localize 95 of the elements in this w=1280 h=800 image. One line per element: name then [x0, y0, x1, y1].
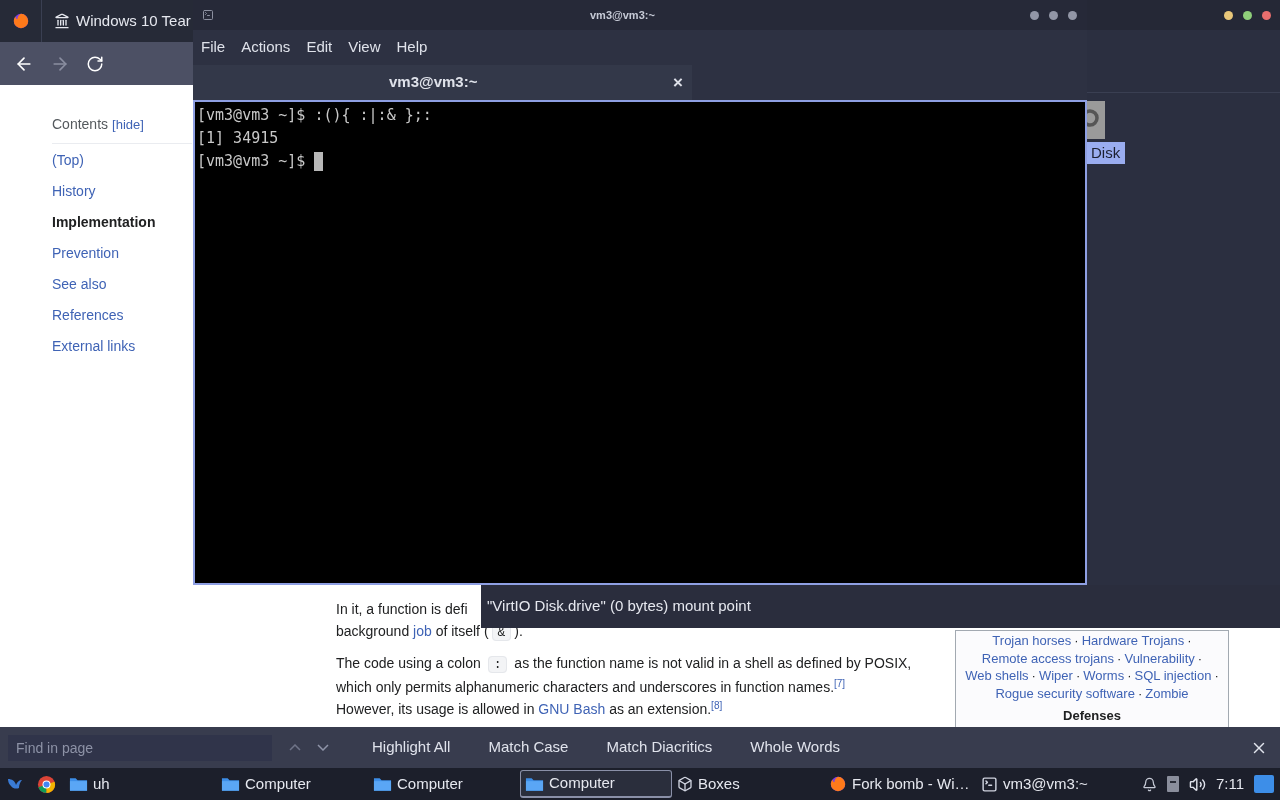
separator-dot: · [1137, 685, 1143, 701]
notifications-icon[interactable] [1141, 776, 1157, 792]
contents-item[interactable]: (Top) [52, 150, 84, 170]
navbox-link[interactable]: Hardware Trojans [1081, 633, 1185, 648]
terminal-icon [202, 9, 214, 21]
drive-icon [1087, 101, 1105, 139]
separator-dot: · [1075, 668, 1081, 683]
item-label[interactable]: Disk [1087, 142, 1125, 164]
taskbar-button[interactable]: uh [64, 770, 216, 798]
paragraph-text: However, its usage is allowed in [336, 701, 536, 717]
close-button[interactable] [1068, 10, 1077, 20]
navbox-link[interactable]: Web shells [965, 668, 1029, 683]
navbox-link[interactable]: Remote access trojans [981, 650, 1115, 666]
separator-dot: · [1214, 668, 1219, 683]
tooltip: "VirtIO Disk.drive" (0 bytes) mount point [481, 585, 1280, 628]
article-link[interactable]: GNU Bash [538, 701, 606, 717]
folder-icon [525, 775, 544, 792]
minimize-button[interactable] [1224, 10, 1233, 20]
taskbar-button[interactable]: Computer [520, 770, 672, 798]
paragraph-text: which only permits alphanumeric characters and underscores in function names. [336, 679, 835, 695]
menu-item[interactable]: Help [396, 36, 428, 59]
menu-item[interactable]: Actions [241, 36, 291, 59]
taskbar-button[interactable]: Computer [216, 770, 368, 798]
paragraph-text: The code using a colon [336, 655, 482, 671]
separator-dot: · [1187, 633, 1192, 648]
paragraph-text: In it, a function is defi [336, 601, 468, 617]
drive-icon[interactable] [1166, 776, 1179, 792]
maximize-button[interactable] [1049, 10, 1058, 20]
find-option-button[interactable]: Match Case [488, 736, 569, 759]
folder-icon [221, 776, 240, 792]
contents-item[interactable]: See also [52, 274, 107, 294]
terminal-line: [vm3@vm3 ~]$ [197, 151, 307, 172]
minimize-button[interactable] [1030, 10, 1039, 20]
folder-icon [373, 776, 392, 792]
taskbar-button[interactable]: Fork bomb - Wi… [824, 770, 976, 798]
reference-link[interactable]: [7] [834, 678, 846, 689]
next-match-button[interactable] [317, 744, 329, 751]
reload-button[interactable] [86, 54, 104, 73]
maximize-button[interactable] [1243, 10, 1252, 20]
contents-item[interactable]: Implementation [52, 212, 156, 232]
menu-item[interactable]: File [201, 36, 226, 59]
navbox-link[interactable]: SQL injection [1134, 668, 1212, 683]
separator-dot: · [1031, 668, 1036, 683]
paragraph-text: background [336, 623, 411, 639]
firefox-icon [11, 12, 30, 30]
navbox-link[interactable]: Vulnerability [1124, 650, 1195, 666]
taskbar-button[interactable]: Boxes [672, 770, 824, 798]
taskbar-button[interactable]: vm3@vm3:~ [976, 770, 1128, 798]
article-link[interactable]: job [413, 623, 432, 639]
separator-dot: · [1197, 650, 1203, 666]
terminal-line: [vm3@vm3 ~]$ :(){ :|:& };: [197, 105, 432, 126]
find-option-button[interactable]: Highlight All [372, 736, 451, 759]
browser-tab[interactable]: Windows 10 Tear [42, 0, 193, 42]
chevron-up-icon [289, 744, 301, 751]
navbox-link[interactable]: Worms [1083, 668, 1125, 683]
contents-title: Contents [52, 115, 109, 134]
landmark-icon [54, 13, 70, 29]
hide-toggle-link[interactable]: [hide] [112, 115, 144, 135]
chrome-launcher[interactable] [35, 773, 57, 795]
menu-item[interactable]: View [348, 36, 381, 59]
navbox-link[interactable]: Zombie [1145, 685, 1189, 701]
box-icon [677, 776, 693, 792]
reference-link[interactable]: [8] [711, 700, 723, 711]
find-option-button[interactable]: Match Diacritics [606, 736, 713, 759]
navbox-link[interactable]: Trojan horses [992, 633, 1072, 648]
navbox-link[interactable]: Wiper [1038, 668, 1073, 683]
close-button[interactable] [1262, 10, 1271, 20]
contents-item[interactable]: References [52, 305, 124, 325]
terminal-line: [1] 34915 [197, 128, 279, 149]
contents-item[interactable]: History [52, 181, 96, 201]
volume-icon[interactable] [1188, 775, 1206, 793]
inline-code: : [487, 656, 508, 673]
contents-item[interactable]: Prevention [52, 243, 119, 263]
terminal-icon [981, 775, 998, 793]
window-title: vm3@vm3:~ [590, 7, 655, 23]
taskbar-button[interactable]: Computer [368, 770, 520, 798]
navbox-link[interactable]: Rogue security software [995, 685, 1135, 701]
chevron-down-icon [317, 744, 329, 751]
folder-icon [69, 776, 88, 792]
separator-dot: · [1117, 650, 1122, 666]
paragraph-text: as the function name is not valid in a shell as defined by POSIX, [513, 655, 912, 671]
cursor [314, 152, 324, 171]
find-field[interactable]: Find in page [8, 734, 272, 761]
clock[interactable]: 7:11 [1215, 772, 1244, 796]
separator-dot: · [1074, 633, 1079, 648]
navbox-heading: Defenses [1063, 707, 1121, 725]
chrome-icon [36, 774, 56, 794]
find-option-button[interactable]: Whole Words [750, 736, 841, 759]
separator-dot: · [1127, 668, 1132, 683]
firefox-icon [829, 775, 847, 793]
close-tab-button[interactable]: × [673, 69, 683, 96]
paragraph-text: as an extension. [608, 701, 712, 717]
terminal-tab[interactable]: vm3@vm3:~ × [193, 65, 692, 100]
menu-item[interactable]: Edit [306, 36, 333, 59]
contents-item[interactable]: External links [52, 336, 136, 356]
